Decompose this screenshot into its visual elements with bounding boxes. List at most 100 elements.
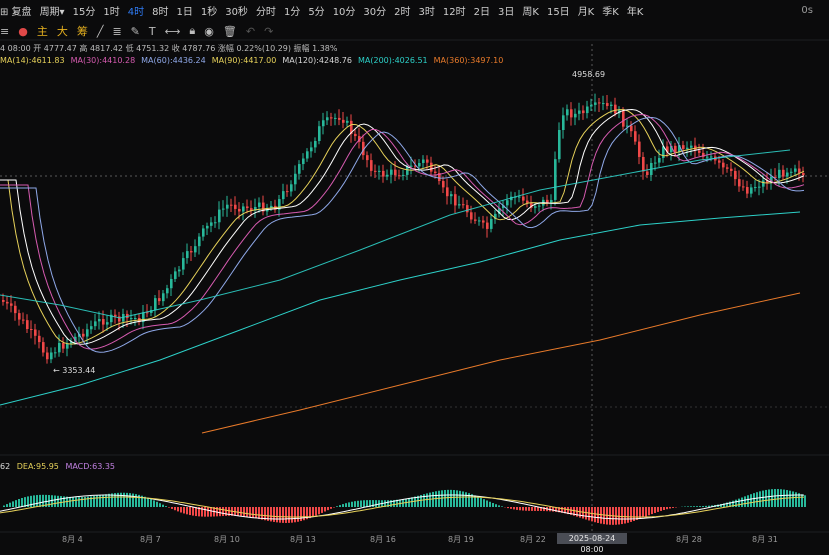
macd-bar [351, 502, 353, 507]
macd-bar [291, 507, 293, 523]
macd-bar [6, 504, 8, 507]
candle [614, 105, 617, 114]
candle [470, 212, 473, 219]
candle [582, 111, 585, 114]
macd-bar [774, 489, 776, 507]
macd-bar [627, 507, 629, 523]
macd-bar [123, 493, 125, 507]
macd-bar [447, 490, 449, 507]
candle [642, 157, 645, 172]
x-axis-label: 8月 28 [676, 534, 702, 545]
macd-bar [21, 498, 23, 507]
macd-bar [735, 500, 737, 507]
candle [738, 179, 741, 186]
candle [94, 321, 97, 326]
x-axis-label: 8月 19 [448, 534, 474, 545]
candle [442, 181, 445, 187]
candle [186, 251, 189, 258]
candle [282, 191, 285, 199]
candle [478, 220, 481, 221]
macd-bar [654, 507, 656, 513]
macd-bar [657, 507, 659, 512]
candle [154, 298, 157, 310]
macd-bar [669, 507, 671, 509]
candle [378, 171, 381, 172]
candle [202, 228, 205, 236]
candle [230, 205, 233, 206]
macd-bar [753, 493, 755, 507]
macd-bar [747, 495, 749, 507]
low-price-label: ← 3353.44 [53, 366, 95, 375]
macd-bar [534, 507, 536, 511]
macd-bar [435, 491, 437, 507]
candle [762, 180, 765, 186]
x-axis-label: 8月 13 [290, 534, 316, 545]
macd-bar [249, 507, 251, 517]
candle [370, 160, 373, 171]
candle [454, 194, 457, 205]
candle [466, 205, 469, 212]
macd-bar [456, 490, 458, 507]
macd-bar [105, 494, 107, 507]
macd-bar [660, 507, 662, 511]
candle [298, 164, 301, 174]
candle [326, 117, 329, 120]
macd-bar [462, 491, 464, 507]
macd-bar [477, 497, 479, 507]
candle [158, 298, 161, 301]
macd-bar [777, 489, 779, 507]
macd-bar [162, 505, 164, 507]
macd-bar [39, 495, 41, 507]
candle [674, 146, 677, 152]
x-axis-label: 8月 4 [62, 534, 83, 545]
candle [802, 173, 805, 175]
macd-bar [3, 506, 5, 507]
macd-bar [156, 502, 158, 507]
candle [38, 336, 41, 342]
macd-bar [171, 507, 173, 509]
macd-bar [159, 503, 161, 507]
macd-bar [645, 507, 647, 516]
candle [86, 329, 89, 336]
candle [398, 175, 401, 176]
macd-bar [588, 507, 590, 520]
candle [430, 163, 433, 172]
macd-bar [465, 492, 467, 507]
candle [2, 300, 5, 302]
macd-bar [750, 494, 752, 507]
candle [114, 315, 117, 317]
candle [54, 352, 57, 353]
macd-bar [759, 491, 761, 507]
candle [750, 187, 753, 193]
candle [6, 302, 9, 304]
candle [162, 293, 165, 301]
candle [302, 159, 305, 165]
macd-bar [360, 500, 362, 507]
candle [182, 258, 185, 269]
macd-bar [498, 505, 500, 507]
candle [486, 223, 489, 229]
candle [434, 172, 437, 173]
candle [50, 352, 53, 359]
macd-bar [597, 507, 599, 523]
macd-bar [312, 507, 314, 517]
macd-bar [345, 503, 347, 507]
candle [554, 159, 557, 200]
candle [294, 174, 297, 185]
candle [22, 320, 25, 321]
ma360-line [202, 293, 800, 433]
candle [342, 120, 345, 123]
candle [310, 147, 313, 151]
candle [754, 187, 757, 188]
chart-canvas[interactable] [0, 0, 829, 544]
ma200-line [0, 212, 800, 405]
macd-bar [168, 507, 170, 508]
macd-bar [282, 507, 284, 523]
candle [418, 163, 421, 166]
macd-bar [426, 493, 428, 507]
candle [62, 343, 65, 349]
macd-bar [744, 496, 746, 507]
macd-bar [687, 506, 689, 507]
candle [778, 170, 781, 178]
macd-bar [594, 507, 596, 522]
